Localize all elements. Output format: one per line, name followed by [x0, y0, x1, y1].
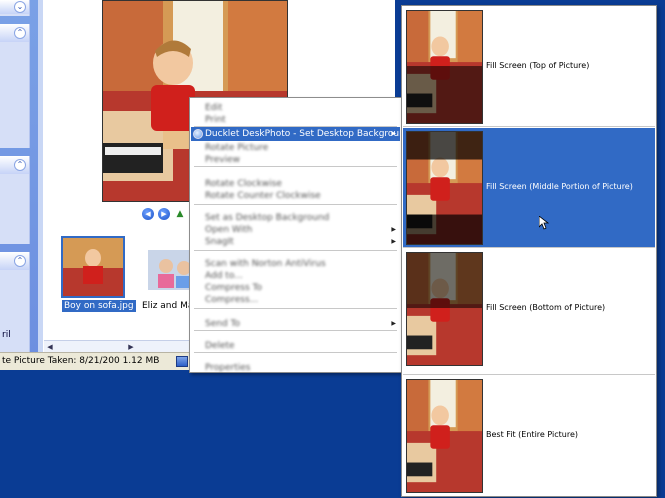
context-menu-item[interactable]: Preview: [191, 154, 400, 166]
computer-icon: [176, 356, 188, 367]
submenu-item-label: Fill Screen (Bottom of Picture): [486, 303, 606, 312]
menu-separator: [194, 204, 397, 205]
context-menu-item-label: Ducklet DeskPhoto - Set Desktop Backgrou…: [205, 129, 411, 139]
context-menu: Edit Print Ducklet DeskPhoto - Set Desktop…: [189, 97, 411, 374]
context-menu-item[interactable]: Rotate Counter Clockwise: [191, 190, 400, 202]
thumbnail-label: Boy on sofa.jpg: [62, 300, 136, 312]
context-menu-item-label: Send To: [205, 319, 241, 329]
slideshow-icon[interactable]: ▲: [174, 208, 186, 220]
context-menu-item-label: Set as Desktop Background: [205, 213, 330, 223]
task-group-3: ⌃: [0, 156, 30, 244]
menu-separator: [194, 308, 397, 309]
submenu-item[interactable]: Best Fit (Entire Picture): [403, 376, 655, 496]
context-menu-item[interactable]: Rotate Clockwise: [191, 178, 400, 190]
context-menu-item[interactable]: Send To ▶: [191, 318, 400, 330]
chevron-up-icon[interactable]: ⌃: [14, 255, 26, 267]
status-text: te Picture Taken: 8/21/200 1.12 MB: [2, 356, 160, 366]
context-menu-item-label: Edit: [205, 103, 223, 113]
context-menu-item[interactable]: Rotate Picture: [191, 142, 400, 154]
submenu-arrow-icon: ▶: [391, 130, 396, 137]
thumbnail-boy-on-sofa[interactable]: [61, 236, 125, 298]
menu-separator: [194, 352, 397, 353]
context-menu-item-label: Rotate Clockwise: [205, 179, 282, 189]
mouse-cursor-icon: [539, 216, 549, 230]
submenu-item[interactable]: Fill Screen (Top of Picture): [403, 7, 655, 127]
submenu-arrow-icon: ▶: [391, 238, 396, 245]
submenu-item-label: Fill Screen (Middle Portion of Picture): [486, 182, 633, 191]
context-menu-item-label: Compress To: [205, 283, 263, 293]
task-group-2: ⌃: [0, 24, 30, 148]
context-menu-item-label: Rotate Counter Clockwise: [205, 191, 321, 201]
task-pane: ⌄ ⌃ ⌃ ⌃ ril: [0, 0, 38, 352]
submenu-preview-thumbnail: [406, 131, 483, 245]
context-menu-item[interactable]: Ducklet DeskPhoto - Set Desktop Backgrou…: [191, 127, 411, 141]
chevron-up-icon[interactable]: ⌃: [14, 159, 26, 171]
submenu-item-label: Best Fit (Entire Picture): [486, 430, 578, 439]
context-menu-item[interactable]: SnagIt ▶: [191, 236, 400, 248]
context-menu-item[interactable]: Set as Desktop Background: [191, 212, 400, 224]
context-menu-item-label: Properties: [205, 363, 251, 373]
previous-image-button[interactable]: ◀: [142, 208, 154, 220]
deskphoto-submenu: Fill Screen (Top of Picture) Fill Screen …: [401, 5, 657, 497]
submenu-preview-thumbnail: [406, 10, 483, 124]
submenu-preview-thumbnail: [406, 252, 483, 366]
submenu-item[interactable]: Fill Screen (Bottom of Picture): [403, 249, 655, 369]
context-menu-item-label: Preview: [205, 155, 241, 165]
context-menu-item-label: Rotate Picture: [205, 143, 269, 153]
context-menu-item[interactable]: Edit: [191, 102, 400, 114]
context-menu-item[interactable]: Print: [191, 114, 400, 126]
chevron-down-icon[interactable]: ⌄: [14, 1, 26, 13]
context-menu-item[interactable]: Open With ▶: [191, 224, 400, 236]
task-group-header[interactable]: ⌃: [0, 252, 29, 270]
horizontal-scrollbar[interactable]: ◀ ▶: [44, 340, 194, 352]
context-menu-item[interactable]: Scan with Norton AntiVirus: [191, 258, 400, 270]
task-pane-scrollbar[interactable]: [38, 0, 43, 352]
context-menu-item[interactable]: Compress To: [191, 282, 400, 294]
submenu-separator: [403, 126, 655, 127]
task-pane-text: ril: [2, 330, 11, 340]
menu-separator: [194, 250, 397, 251]
scroll-right-icon[interactable]: ▶: [126, 342, 136, 352]
context-menu-item-label: Scan with Norton AntiVirus: [205, 259, 326, 269]
submenu-arrow-icon: ▶: [391, 320, 396, 327]
context-menu-item-label: SnagIt: [205, 237, 234, 247]
menu-separator: [194, 166, 397, 167]
scroll-left-icon[interactable]: ◀: [45, 342, 55, 352]
context-menu-item-label: Delete: [205, 341, 235, 351]
next-image-button[interactable]: ▶: [158, 208, 170, 220]
task-group-header[interactable]: ⌄: [0, 0, 29, 14]
context-menu-item-label: Open With: [205, 225, 253, 235]
submenu-preview-thumbnail: [406, 379, 483, 493]
submenu-arrow-icon: ▶: [391, 226, 396, 233]
submenu-item-label: Fill Screen (Top of Picture): [486, 61, 590, 70]
chevron-up-icon[interactable]: ⌃: [14, 27, 26, 39]
context-menu-item[interactable]: Delete: [191, 340, 400, 352]
task-group-header[interactable]: ⌃: [0, 156, 29, 174]
context-menu-item-label: Print: [205, 115, 226, 125]
submenu-item[interactable]: Fill Screen (Middle Portion of Picture): [403, 128, 655, 248]
menu-separator: [194, 330, 397, 331]
task-group-header[interactable]: ⌃: [0, 24, 29, 42]
submenu-separator: [403, 247, 655, 248]
context-menu-item[interactable]: Properties: [191, 362, 400, 374]
submenu-separator: [403, 374, 655, 375]
context-menu-item[interactable]: Add to...: [191, 270, 400, 282]
task-group-1: ⌄: [0, 0, 30, 16]
context-menu-item[interactable]: Compress...: [191, 294, 400, 306]
deskphoto-icon: [193, 129, 203, 139]
context-menu-item-label: Compress...: [205, 295, 259, 305]
context-menu-item-label: Add to...: [205, 271, 243, 281]
